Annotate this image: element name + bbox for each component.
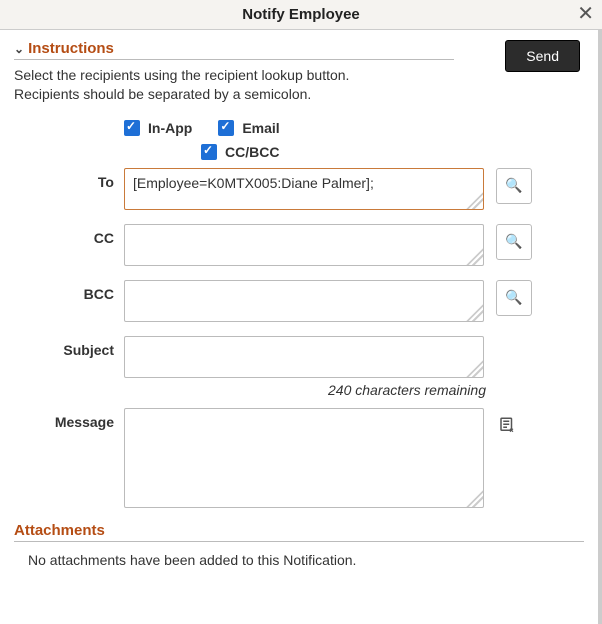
to-row: To 🔍 xyxy=(14,168,584,210)
message-template-button[interactable] xyxy=(498,408,516,439)
cc-row: CC 🔍 xyxy=(14,224,584,266)
inapp-label: In-App xyxy=(148,120,192,136)
email-checkbox[interactable] xyxy=(218,120,234,136)
subject-label: Subject xyxy=(14,336,124,358)
checkbox-row-2: CC/BCC xyxy=(201,144,584,160)
ccbcc-checkbox[interactable] xyxy=(201,144,217,160)
message-input[interactable] xyxy=(124,408,484,508)
note-icon xyxy=(498,418,516,438)
bcc-label: BCC xyxy=(14,280,124,302)
cc-lookup-button[interactable]: 🔍 xyxy=(496,224,532,260)
dialog-header: Notify Employee ✕ xyxy=(0,0,602,30)
to-input[interactable] xyxy=(124,168,484,210)
instructions-heading-text: Instructions xyxy=(28,40,114,57)
inapp-checkbox[interactable] xyxy=(124,120,140,136)
to-label: To xyxy=(14,168,124,190)
bcc-input[interactable] xyxy=(124,280,484,322)
message-label: Message xyxy=(14,408,124,430)
close-icon[interactable]: ✕ xyxy=(577,4,594,24)
attachments-empty-text: No attachments have been added to this N… xyxy=(28,552,584,568)
instructions-text: Select the recipients using the recipien… xyxy=(14,66,584,104)
dialog-title: Notify Employee xyxy=(242,6,360,23)
bcc-row: BCC 🔍 xyxy=(14,280,584,322)
subject-char-remaining: 240 characters remaining xyxy=(14,382,486,398)
instructions-header[interactable]: ⌄ Instructions xyxy=(14,40,454,60)
bcc-lookup-button[interactable]: 🔍 xyxy=(496,280,532,316)
message-row: Message xyxy=(14,408,584,508)
ccbcc-label: CC/BCC xyxy=(225,144,279,160)
subject-input[interactable] xyxy=(124,336,484,378)
dialog-content: Send ⌄ Instructions Select the recipient… xyxy=(0,30,602,624)
search-icon: 🔍 xyxy=(505,289,522,306)
to-lookup-button[interactable]: 🔍 xyxy=(496,168,532,204)
email-label: Email xyxy=(242,120,279,136)
attachments-heading: Attachments xyxy=(14,522,584,542)
subject-row: Subject xyxy=(14,336,584,378)
search-icon: 🔍 xyxy=(505,233,522,250)
cc-input[interactable] xyxy=(124,224,484,266)
chevron-down-icon: ⌄ xyxy=(14,42,24,56)
checkbox-row-1: In-App Email xyxy=(124,120,584,136)
send-button[interactable]: Send xyxy=(505,40,580,72)
cc-label: CC xyxy=(14,224,124,246)
search-icon: 🔍 xyxy=(505,177,522,194)
